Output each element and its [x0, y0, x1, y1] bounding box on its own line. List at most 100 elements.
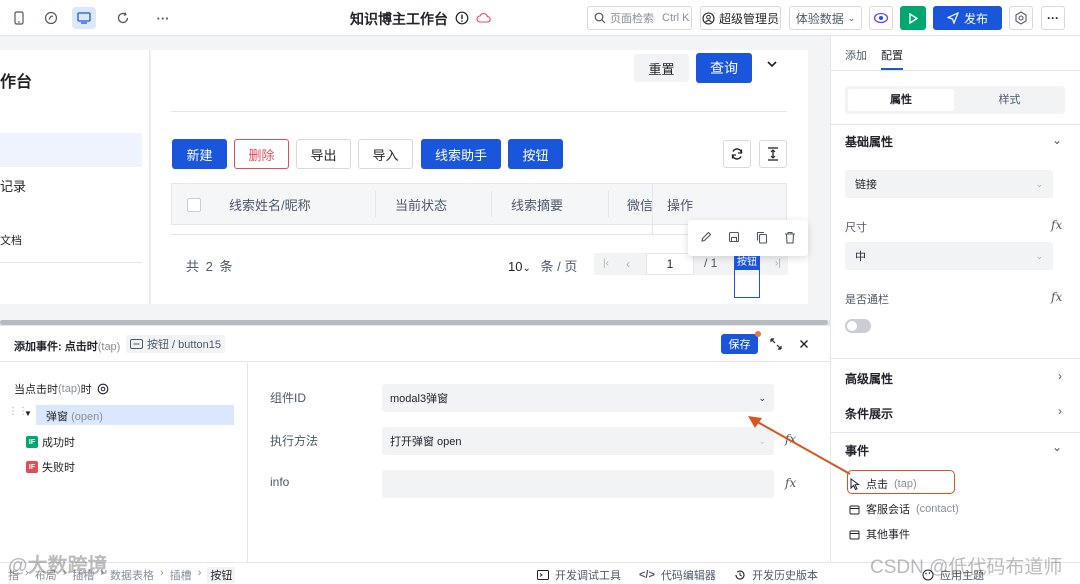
tab-config[interactable]: 配置 — [881, 47, 903, 63]
first-page-icon[interactable]: |‹ — [598, 256, 614, 272]
desktop-icon[interactable] — [72, 7, 96, 29]
chevron-down-icon[interactable]: ⌄ — [1052, 440, 1062, 454]
total-prefix: 共 — [186, 259, 200, 274]
copy-icon[interactable] — [756, 231, 768, 247]
event-contact-item[interactable]: 客服会话 (contact) — [849, 501, 959, 517]
edit-icon[interactable] — [700, 231, 712, 246]
data-mode-select[interactable]: 体验数据 ⌄ — [789, 6, 862, 30]
more-icon[interactable]: ··· — [152, 7, 174, 29]
chevron-right-icon[interactable]: › — [1058, 404, 1062, 418]
save-icon[interactable] — [728, 231, 740, 246]
more-menu-button[interactable]: ··· — [1041, 6, 1065, 30]
history-button[interactable]: 开发历史版本 — [734, 567, 818, 583]
breadcrumb-item-current[interactable]: 按钮 — [207, 567, 236, 583]
cloud-warning-icon — [473, 7, 495, 29]
watermark-left: @大数跨境 — [8, 555, 108, 577]
canvas-scrollbar-thumb[interactable] — [0, 320, 828, 325]
caret-down-icon[interactable]: ▼ — [24, 409, 32, 418]
total-pages: / 1 — [704, 256, 718, 270]
breadcrumb-item[interactable]: 插槽 — [170, 567, 192, 583]
ai-assistant-button[interactable] — [869, 6, 893, 30]
select-all-checkbox[interactable] — [187, 198, 201, 212]
new-button[interactable]: 新建 — [172, 139, 227, 169]
expand-icon[interactable] — [770, 338, 782, 353]
page-size-select[interactable]: 10⌄ 条 / 页 — [508, 256, 577, 275]
event-contact-code: (contact) — [916, 503, 959, 515]
success-branch[interactable]: IF 成功时 — [26, 434, 75, 450]
method-value: 打开弹窗 open — [390, 436, 462, 448]
component-path: 按钮 / button15 — [147, 339, 221, 351]
selected-component-outline[interactable] — [734, 269, 760, 298]
method-label: 执行方法 — [270, 434, 319, 448]
expand-chevron-icon[interactable] — [766, 58, 778, 72]
last-page-icon[interactable]: ›| — [770, 256, 786, 272]
admin-role-button[interactable]: 超级管理员 — [700, 6, 781, 30]
history-label: 开发历史版本 — [752, 570, 818, 582]
full-width-toggle[interactable] — [845, 319, 871, 333]
event-save-button[interactable]: 保存 — [721, 334, 758, 354]
column-header-summary[interactable]: 线索摘要 — [511, 183, 563, 225]
action-label: 弹窗 — [46, 411, 68, 423]
code-editor-button[interactable]: </> 代码编辑器 — [639, 567, 716, 583]
page-number-input[interactable]: 1 — [646, 253, 694, 275]
column-header-name[interactable]: 线索姓名/昵称 — [229, 183, 311, 225]
method-select[interactable]: 打开弹窗 open ⌄ — [382, 427, 774, 455]
query-button[interactable]: 查询 — [696, 53, 752, 83]
data-mode-label: 体验数据 — [795, 11, 844, 26]
size-select[interactable]: 中 ⌄ — [845, 242, 1053, 270]
settings-button[interactable] — [1009, 6, 1033, 30]
event-other-item[interactable]: 其他事件 — [849, 526, 910, 542]
action-node-modal[interactable]: 弹窗 (open) — [36, 405, 234, 425]
link-select[interactable]: 链接 ⌄ — [845, 170, 1053, 198]
column-header-status[interactable]: 当前状态 — [395, 183, 447, 225]
size-label: 尺寸 — [845, 222, 867, 234]
fail-branch[interactable]: IF 失败时 — [26, 459, 75, 475]
divider — [831, 432, 1080, 433]
prev-page-icon[interactable]: ‹ — [620, 256, 636, 272]
segment-props[interactable]: 属性 — [848, 89, 954, 111]
basic-props-title[interactable]: 基础属性 — [845, 133, 893, 150]
breadcrumb-item[interactable]: 数据表格 — [110, 567, 154, 583]
info-input[interactable] — [382, 470, 774, 498]
row-height-button[interactable] — [759, 140, 787, 168]
custom-button[interactable]: 按钮 — [508, 139, 563, 169]
chevron-down-icon[interactable]: ⌄ — [1052, 133, 1062, 147]
table-refresh-button[interactable] — [723, 140, 751, 168]
delete-icon[interactable] — [784, 231, 796, 247]
total-count: 共 2 条 — [186, 256, 233, 275]
full-width-fx-icon[interactable]: fx — [1051, 290, 1062, 304]
sidebar-item-docs[interactable]: 文档 — [0, 232, 22, 248]
component-id-select[interactable]: modal3弹窗 ⌄ — [382, 384, 774, 412]
delete-button[interactable]: 删除 — [234, 139, 289, 169]
refresh-icon[interactable] — [112, 7, 134, 29]
component-action-toolbar — [688, 220, 808, 256]
gear-icon[interactable] — [97, 383, 109, 395]
miniprogram-icon[interactable] — [40, 7, 62, 29]
export-button[interactable]: 导出 — [296, 139, 351, 169]
sidebar-item-active[interactable] — [0, 133, 142, 167]
mobile-icon[interactable] — [8, 7, 30, 29]
preview-run-button[interactable] — [900, 6, 926, 30]
sidebar-divider — [0, 262, 142, 263]
chevron-right-icon[interactable]: › — [1058, 369, 1062, 383]
lead-helper-button[interactable]: 线索助手 — [421, 139, 501, 169]
import-button[interactable]: 导入 — [358, 139, 413, 169]
close-icon[interactable] — [799, 338, 809, 352]
advanced-props-title[interactable]: 高级属性 — [845, 370, 893, 387]
publish-button[interactable]: 发布 — [933, 6, 1002, 30]
tab-add[interactable]: 添加 — [845, 47, 867, 63]
column-header-wechat[interactable]: 微信 — [627, 183, 653, 225]
segment-style[interactable]: 样式 — [957, 89, 1062, 111]
trigger-node[interactable]: 当点击时 (tap) 时 — [14, 381, 109, 397]
info-icon[interactable] — [451, 7, 473, 29]
page-search-input[interactable]: 页面检索 Ctrl K — [587, 6, 692, 30]
page-size-suffix: 条 / 页 — [540, 259, 578, 274]
sidebar-item-records[interactable]: 记录 — [0, 176, 26, 195]
size-fx-icon[interactable]: fx — [1051, 218, 1062, 232]
dev-tools-label: 开发调试工具 — [555, 570, 621, 582]
reset-button[interactable]: 重置 — [634, 54, 689, 82]
design-canvas: 作台 记录 文档 重置 查询 新建 删除 导出 导入 线索助手 按钮 线索姓名/… — [0, 36, 830, 326]
dev-tools-button[interactable]: 开发调试工具 — [537, 567, 621, 583]
component-id-value: modal3弹窗 — [390, 393, 449, 405]
column-header-actions[interactable]: 操作 — [667, 183, 693, 225]
